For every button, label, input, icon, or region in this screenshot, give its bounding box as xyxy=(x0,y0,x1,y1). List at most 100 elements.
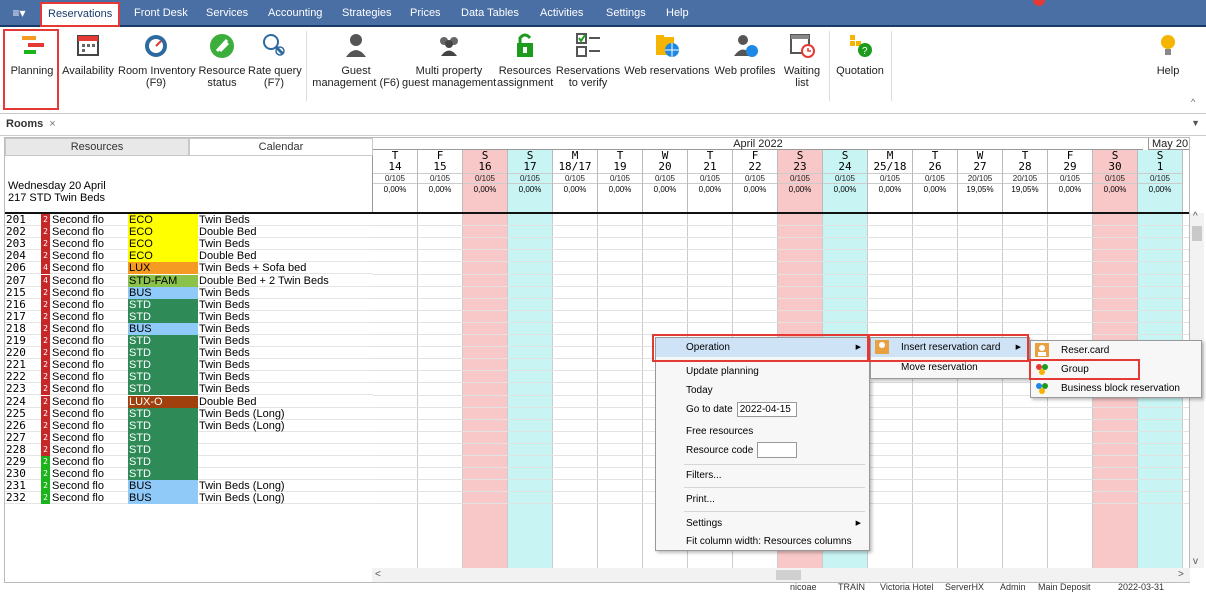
day-header[interactable]: W 27 20/105 19,05% xyxy=(958,150,1003,214)
day-column[interactable] xyxy=(913,214,958,571)
room-row[interactable]: 206 4 Second flo LUX Twin Beds + Sofa bed xyxy=(5,262,373,275)
tab-data-tables[interactable]: Data Tables xyxy=(461,0,519,27)
tab-reservations[interactable]: Reservations xyxy=(40,2,121,27)
menu-item-print[interactable]: Print... xyxy=(656,490,869,509)
menu-item-settings[interactable]: Settings ▶ xyxy=(656,514,869,533)
tab-front-desk[interactable]: Front Desk xyxy=(134,0,188,27)
reservations-to-verify-button[interactable]: Reservations to verify xyxy=(554,27,622,105)
room-row[interactable]: 220 2 Second flo STD Twin Beds xyxy=(5,347,373,360)
room-row[interactable]: 232 2 Second flo BUS Twin Beds (Long) xyxy=(5,492,373,505)
resource-status-button[interactable]: Resource status xyxy=(196,27,248,105)
room-row[interactable]: 204 2 Second flo ECO Double Bed xyxy=(5,250,373,263)
guest-management-button[interactable]: Guest management (F6) xyxy=(312,27,400,105)
menu-item-fit-column-width[interactable]: Fit column width: Resources columns xyxy=(656,532,869,551)
quotation-button[interactable]: ? Quotation xyxy=(832,27,888,105)
tab-activities[interactable]: Activities xyxy=(540,0,583,27)
day-column[interactable] xyxy=(373,214,418,571)
menu-item-free-resources[interactable]: Free resources xyxy=(656,422,869,441)
room-row[interactable]: 207 4 Second flo STD-FAM Double Bed + 2 Twin… xyxy=(5,274,373,287)
web-reservations-button[interactable]: Web reservations xyxy=(623,27,711,105)
day-column[interactable] xyxy=(553,214,598,571)
room-row[interactable]: 228 2 Second flo STD xyxy=(5,443,373,456)
menu-item-resource-code[interactable]: Resource code xyxy=(656,441,869,460)
room-row[interactable]: 202 2 Second flo ECO Double Bed xyxy=(5,226,373,239)
rate-query-button[interactable]: Rate query (F7) xyxy=(248,27,302,105)
resources-assignment-button[interactable]: Resources assignment xyxy=(497,27,553,105)
go-to-date-input[interactable]: 2022-04-15 xyxy=(736,401,797,417)
tab-prices[interactable]: Prices xyxy=(410,0,441,27)
day-header[interactable]: S 16 0/105 0,00% xyxy=(463,150,508,214)
tab-help[interactable]: Help xyxy=(666,0,689,27)
day-header[interactable]: W 20 0/105 0,00% xyxy=(643,150,688,214)
close-icon[interactable]: × xyxy=(49,118,55,130)
tab-settings[interactable]: Settings xyxy=(606,0,646,27)
tab-accounting[interactable]: Accounting xyxy=(268,0,322,27)
tab-services[interactable]: Services xyxy=(206,0,248,27)
day-header[interactable]: S 17 0/105 0,00% xyxy=(508,150,553,214)
scroll-right-icon[interactable]: > xyxy=(1178,569,1184,580)
room-row[interactable]: 219 2 Second flo STD Twin Beds xyxy=(5,335,373,347)
day-header[interactable]: M 25/18 0/105 0,00% xyxy=(868,150,913,214)
day-header[interactable]: T 26 0/105 0,00% xyxy=(913,150,958,214)
ribbon-collapse-icon[interactable]: ^ xyxy=(1191,97,1195,107)
vertical-scroll-thumb[interactable] xyxy=(1192,226,1202,241)
room-row[interactable]: 221 2 Second flo STD Twin Beds xyxy=(5,359,373,372)
tab-list-arrow-icon[interactable]: ▼ xyxy=(1191,118,1200,128)
day-header[interactable]: T 21 0/105 0,00% xyxy=(688,150,733,214)
help-button[interactable]: Help xyxy=(1148,27,1188,105)
room-row[interactable]: 215 2 Second flo BUS Twin Beds xyxy=(5,286,373,299)
day-header[interactable]: T 14 0/105 0,00% xyxy=(373,150,418,214)
day-column[interactable] xyxy=(598,214,643,571)
scroll-left-icon[interactable]: < xyxy=(375,569,381,580)
room-row[interactable]: 229 2 Second flo STD xyxy=(5,456,373,468)
day-column[interactable] xyxy=(958,214,1003,571)
menu-item-update-planning[interactable]: Update planning xyxy=(656,362,869,381)
room-row[interactable]: 216 2 Second flo STD Twin Beds xyxy=(5,298,373,311)
day-column[interactable] xyxy=(868,214,913,571)
scroll-down-icon[interactable]: v xyxy=(1193,556,1198,567)
calendar-tab[interactable]: Calendar xyxy=(189,138,373,156)
day-header[interactable]: F 15 0/105 0,00% xyxy=(418,150,463,214)
room-row[interactable]: 222 2 Second flo STD Twin Beds xyxy=(5,371,373,384)
tab-rooms[interactable]: Rooms × xyxy=(6,118,56,130)
horizontal-scrollbar[interactable]: < > xyxy=(372,568,1190,582)
room-row[interactable]: 218 2 Second flo BUS Twin Beds xyxy=(5,322,373,335)
multi-property-button[interactable]: Multi property guest management xyxy=(402,27,496,105)
room-row[interactable]: 225 2 Second flo STD Twin Beds (Long) xyxy=(5,407,373,420)
menu-item-filters[interactable]: Filters... xyxy=(656,466,869,485)
scroll-up-icon[interactable]: ^ xyxy=(1193,211,1198,222)
room-row[interactable]: 217 2 Second flo STD Twin Beds xyxy=(5,310,373,323)
day-column[interactable] xyxy=(463,214,508,571)
room-row[interactable]: 227 2 Second flo STD xyxy=(5,431,373,444)
waiting-list-button[interactable]: Waiting list xyxy=(778,27,826,105)
menu-item-go-to-date[interactable]: Go to date 2022-04-15 xyxy=(656,400,869,419)
room-row[interactable]: 231 2 Second flo BUS Twin Beds (Long) xyxy=(5,480,373,493)
day-header[interactable]: T 19 0/105 0,00% xyxy=(598,150,643,214)
room-row[interactable]: 201 2 Second flo ECO Twin Beds xyxy=(5,214,373,226)
room-row[interactable]: 224 2 Second flo LUX-O Double Bed xyxy=(5,395,373,408)
day-header[interactable]: F 29 0/105 0,00% xyxy=(1048,150,1093,214)
day-header[interactable]: S 23 0/105 0,00% xyxy=(778,150,823,214)
room-row[interactable]: 226 2 Second flo STD Twin Beds (Long) xyxy=(5,419,373,432)
room-inventory-button[interactable]: Room Inventory (F9) xyxy=(118,27,196,105)
day-header[interactable]: M 18/17 0/105 0,00% xyxy=(553,150,598,214)
day-header[interactable]: S 1 0/105 0,00% xyxy=(1138,150,1183,214)
menu-item-business-block[interactable]: Business block reservation xyxy=(1031,379,1201,398)
horizontal-scroll-thumb[interactable] xyxy=(776,570,801,580)
room-row[interactable]: 223 2 Second flo STD Twin Beds xyxy=(5,383,373,396)
day-header[interactable]: T 28 20/105 19,05% xyxy=(1003,150,1048,214)
day-header[interactable]: S 24 0/105 0,00% xyxy=(823,150,868,214)
tab-strategies[interactable]: Strategies xyxy=(342,0,392,27)
availability-button[interactable]: Availability xyxy=(58,27,118,105)
menu-item-reser-card[interactable]: Reser.card xyxy=(1031,341,1201,360)
menu-item-today[interactable]: Today xyxy=(656,381,869,400)
resources-tab[interactable]: Resources xyxy=(5,138,189,156)
web-profiles-button[interactable]: Web profiles xyxy=(713,27,777,105)
room-row[interactable]: 203 2 Second flo ECO Twin Beds xyxy=(5,238,373,251)
room-row[interactable]: 230 2 Second flo STD xyxy=(5,468,373,481)
day-column[interactable] xyxy=(508,214,553,571)
resource-code-input[interactable] xyxy=(757,442,798,459)
app-menu-button[interactable]: ≡▾ xyxy=(6,4,32,22)
day-column[interactable] xyxy=(418,214,463,571)
day-header[interactable]: S 30 0/105 0,00% xyxy=(1093,150,1138,214)
